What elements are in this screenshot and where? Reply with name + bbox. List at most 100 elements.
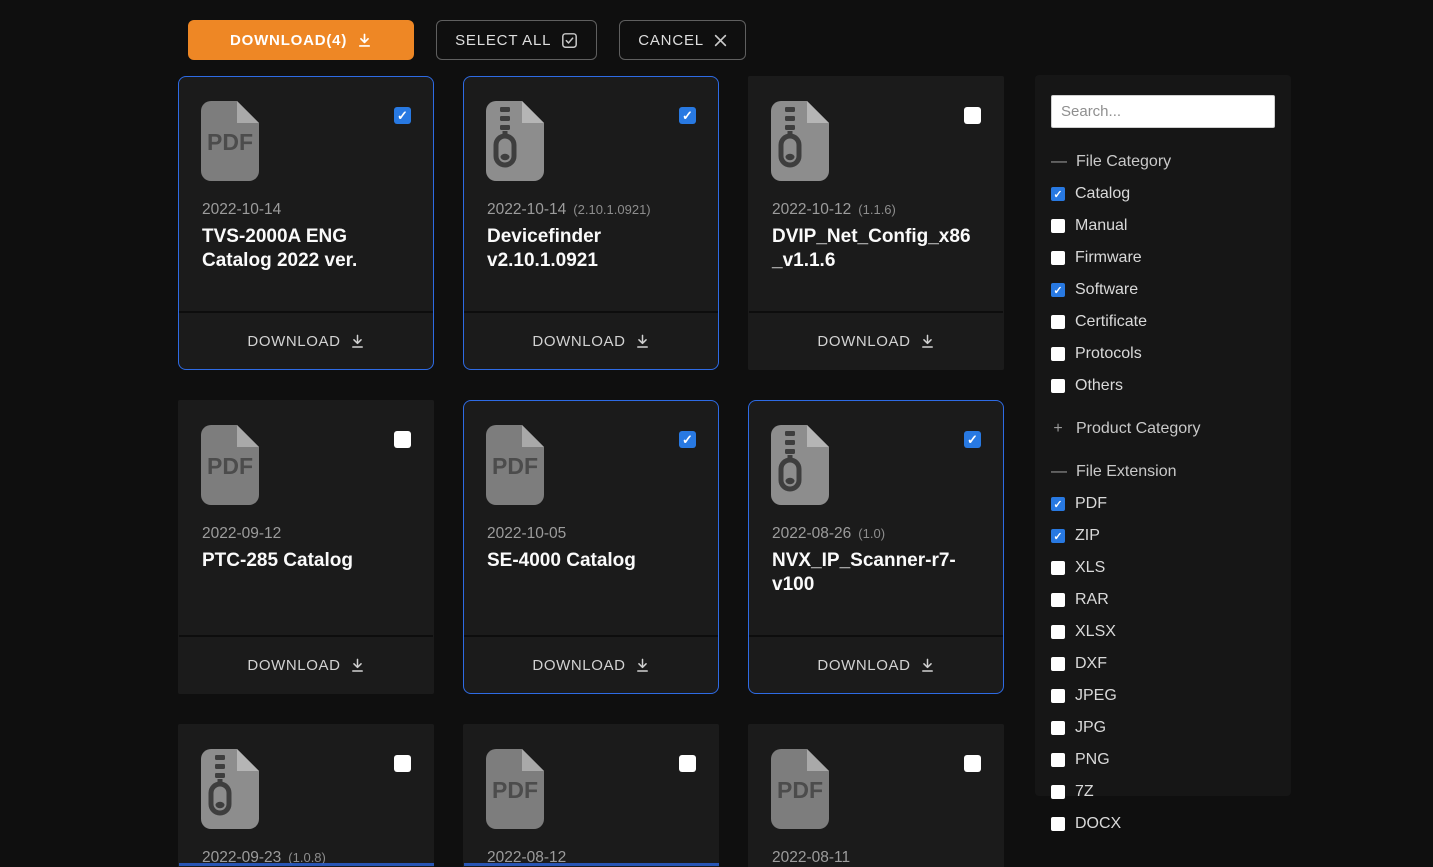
svg-text:PDF: PDF xyxy=(207,129,253,155)
download-selected-label: DOWNLOAD(4) xyxy=(230,32,347,49)
filter-option[interactable]: Protocols xyxy=(1051,345,1275,363)
file-card[interactable]: 2022-08-26(1.0) NVX_IP_Scanner-r7-v100 D… xyxy=(748,400,1004,694)
file-date: 2022-08-11 xyxy=(772,849,850,866)
card-download-button[interactable]: DOWNLOAD xyxy=(464,635,718,693)
download-icon xyxy=(350,658,365,673)
filter-option[interactable]: JPEG xyxy=(1051,687,1275,705)
select-all-label: SELECT ALL xyxy=(455,32,551,49)
filter-section: — File Category Catalog Manual Firmware … xyxy=(1051,153,1275,395)
filter-checkbox[interactable] xyxy=(1051,187,1065,201)
filter-option[interactable]: Catalog xyxy=(1051,185,1275,203)
download-icon xyxy=(635,334,650,349)
card-download-label: DOWNLOAD xyxy=(532,333,625,350)
file-title: DVIP_Net_Config_x86_v1.1.6 xyxy=(772,225,981,273)
filter-checkbox[interactable] xyxy=(1051,219,1065,233)
card-checkbox[interactable] xyxy=(679,431,696,448)
card-download-button[interactable]: DOWNLOAD xyxy=(464,311,718,369)
svg-text:PDF: PDF xyxy=(492,453,538,479)
file-meta: 2022-10-05 xyxy=(487,525,698,543)
filter-option[interactable]: Firmware xyxy=(1051,249,1275,267)
filter-option[interactable]: Manual xyxy=(1051,217,1275,235)
pdf-file-icon: PDF xyxy=(771,749,829,829)
filter-checkbox[interactable] xyxy=(1051,561,1065,575)
card-download-button[interactable]: DOWNLOAD xyxy=(179,311,433,369)
filter-checkbox[interactable] xyxy=(1051,315,1065,329)
filter-checkbox[interactable] xyxy=(1051,347,1065,361)
filter-sections: — File Category Catalog Manual Firmware … xyxy=(1051,153,1275,833)
filter-checkbox[interactable] xyxy=(1051,251,1065,265)
filter-checkbox[interactable] xyxy=(1051,785,1065,799)
file-card[interactable]: PDF 2022-08-12 DOWNLOAD xyxy=(463,724,719,867)
filter-label: Certificate xyxy=(1075,313,1147,331)
zip-file-icon xyxy=(201,749,259,829)
filter-option[interactable]: XLSX xyxy=(1051,623,1275,641)
svg-text:PDF: PDF xyxy=(777,777,823,803)
card-checkbox[interactable] xyxy=(679,755,696,772)
select-all-button[interactable]: SELECT ALL xyxy=(436,20,597,60)
card-checkbox[interactable] xyxy=(964,755,981,772)
filter-checkbox[interactable] xyxy=(1051,593,1065,607)
filter-option[interactable]: PNG xyxy=(1051,751,1275,769)
card-download-button[interactable]: DOWNLOAD xyxy=(749,635,1003,693)
filter-checkbox[interactable] xyxy=(1051,529,1065,543)
card-checkbox[interactable] xyxy=(964,107,981,124)
file-date: 2022-10-14 xyxy=(202,201,281,218)
filter-checkbox[interactable] xyxy=(1051,689,1065,703)
download-icon xyxy=(920,334,935,349)
filter-option[interactable]: DOCX xyxy=(1051,815,1275,833)
filter-section-title: File Extension xyxy=(1076,463,1177,481)
file-date: 2022-10-12 xyxy=(772,201,851,218)
section-toggle-icon: — xyxy=(1051,153,1065,171)
card-checkbox[interactable] xyxy=(394,755,411,772)
zip-file-icon xyxy=(771,425,829,505)
file-card[interactable]: 2022-09-23(1.0.8) DOWNLOAD xyxy=(178,724,434,867)
filter-option[interactable]: PDF xyxy=(1051,495,1275,513)
filter-label: JPEG xyxy=(1075,687,1117,705)
file-card[interactable]: 2022-10-12(1.1.6) DVIP_Net_Config_x86_v1… xyxy=(748,76,1004,370)
file-card[interactable]: PDF 2022-09-12 PTC-285 Catalog DOWNLOAD xyxy=(178,400,434,694)
filter-label: Others xyxy=(1075,377,1123,395)
clipped-blue-line xyxy=(179,863,434,866)
filter-option[interactable]: ZIP xyxy=(1051,527,1275,545)
card-download-button[interactable]: DOWNLOAD xyxy=(749,311,1003,369)
filter-option[interactable]: RAR xyxy=(1051,591,1275,609)
card-checkbox[interactable] xyxy=(679,107,696,124)
download-icon xyxy=(920,658,935,673)
file-card[interactable]: PDF 2022-10-05 SE-4000 Catalog DOWNLOAD xyxy=(463,400,719,694)
filter-section-header[interactable]: + Product Category xyxy=(1051,420,1275,438)
file-card[interactable]: PDF 2022-10-14 TVS-2000A ENG Catalog 202… xyxy=(178,76,434,370)
filter-option[interactable]: Software xyxy=(1051,281,1275,299)
filter-label: Catalog xyxy=(1075,185,1130,203)
card-download-button[interactable]: DOWNLOAD xyxy=(179,635,433,693)
cancel-button[interactable]: CANCEL xyxy=(619,20,746,60)
card-checkbox[interactable] xyxy=(394,107,411,124)
download-icon xyxy=(635,658,650,673)
filter-checkbox[interactable] xyxy=(1051,721,1065,735)
card-checkbox[interactable] xyxy=(964,431,981,448)
filter-option[interactable]: Certificate xyxy=(1051,313,1275,331)
filter-checkbox[interactable] xyxy=(1051,753,1065,767)
filter-section-header[interactable]: — File Category xyxy=(1051,153,1275,171)
filter-section: — File Extension PDF ZIP XLS RAR XLSX DX… xyxy=(1051,463,1275,833)
filter-section-title: File Category xyxy=(1076,153,1171,171)
file-card[interactable]: 2022-10-14(2.10.1.0921) Devicefinder v2.… xyxy=(463,76,719,370)
search-input[interactable] xyxy=(1051,95,1275,128)
filter-option[interactable]: 7Z xyxy=(1051,783,1275,801)
filter-option[interactable]: Others xyxy=(1051,377,1275,395)
filter-checkbox[interactable] xyxy=(1051,497,1065,511)
file-card[interactable]: PDF 2022-08-11 DOWNLOAD xyxy=(748,724,1004,867)
filter-checkbox[interactable] xyxy=(1051,657,1065,671)
pdf-file-icon: PDF xyxy=(486,749,544,829)
filter-checkbox[interactable] xyxy=(1051,817,1065,831)
filter-option[interactable]: DXF xyxy=(1051,655,1275,673)
download-selected-button[interactable]: DOWNLOAD(4) xyxy=(188,20,414,60)
filter-checkbox[interactable] xyxy=(1051,283,1065,297)
filter-checkbox[interactable] xyxy=(1051,379,1065,393)
card-checkbox[interactable] xyxy=(394,431,411,448)
filter-checkbox[interactable] xyxy=(1051,625,1065,639)
filter-option[interactable]: JPG xyxy=(1051,719,1275,737)
filter-section-header[interactable]: — File Extension xyxy=(1051,463,1275,481)
checkbox-outline-icon xyxy=(561,32,578,49)
file-title: Devicefinder v2.10.1.0921 xyxy=(487,225,696,273)
filter-option[interactable]: XLS xyxy=(1051,559,1275,577)
